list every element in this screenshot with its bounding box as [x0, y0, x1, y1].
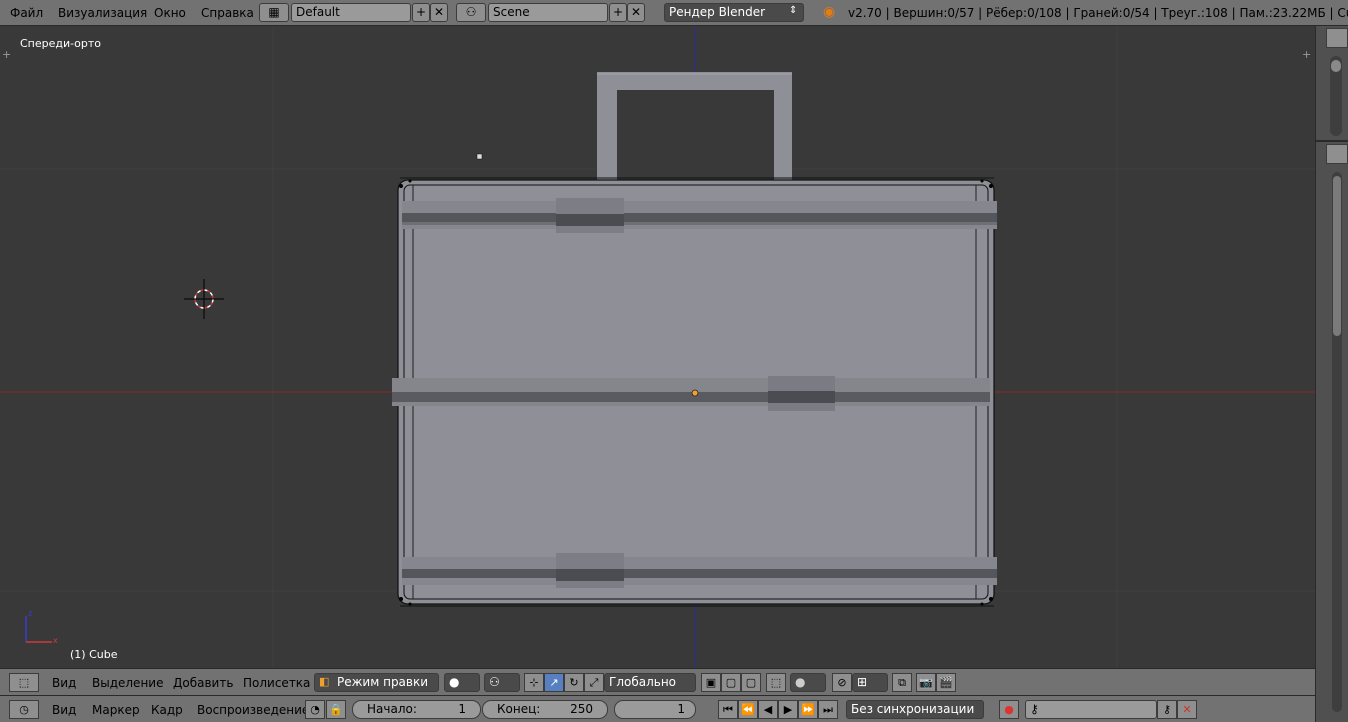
view3d-menu-mesh[interactable]: Полисетка — [243, 676, 310, 690]
menu-help[interactable]: Справка — [201, 6, 254, 20]
end-frame-field[interactable]: Конец: 250 — [482, 700, 608, 719]
area-split-icon[interactable]: + — [2, 48, 11, 61]
mode-select[interactable]: Режим правки — [314, 673, 439, 692]
shading-sphere-icon: ● — [449, 675, 460, 689]
jump-end-icon[interactable]: ⏭ — [818, 700, 838, 719]
play-icon[interactable]: ▶ — [778, 700, 798, 719]
timeline-header: ◷ Вид Маркер Кадр Воспроизведение ◔ 🔒 На… — [0, 695, 1315, 722]
outliner-icon[interactable] — [1326, 28, 1348, 48]
view3d-menu-view[interactable]: Вид — [52, 676, 76, 690]
menu-window[interactable]: Окно — [154, 6, 186, 20]
current-frame-field[interactable]: 1 — [614, 700, 696, 719]
start-frame-field[interactable]: Начало: 1 — [352, 700, 481, 719]
add-scene-icon[interactable]: + — [609, 3, 627, 22]
timeline-menu-frame[interactable]: Кадр — [151, 703, 183, 717]
snap-toggle-icon[interactable]: ⊘ — [832, 673, 852, 692]
object-origin-icon — [691, 389, 699, 397]
outliner-scroll-thumb[interactable] — [1331, 60, 1341, 72]
3d-cursor-icon[interactable] — [184, 279, 224, 319]
start-frame-value: 1 — [458, 702, 466, 716]
manipulator-toggle-icon[interactable]: ⊹ — [524, 673, 544, 692]
axis-gizmo: z x — [25, 609, 58, 645]
layer-icon-3[interactable]: ▢ — [741, 673, 761, 692]
info-header: Файл Визуализация Окно Справка ▦ Default… — [0, 0, 1348, 26]
object-label: (1) Cube — [70, 648, 118, 661]
record-icon[interactable]: ● — [999, 700, 1019, 719]
view3d-menu-select[interactable]: Выделение — [92, 676, 163, 690]
scene-field[interactable]: Scene — [488, 3, 608, 22]
lamp-icon[interactable] — [476, 153, 483, 160]
jump-start-icon[interactable]: ⏮ — [718, 700, 738, 719]
view3d-menu-add[interactable]: Добавить — [173, 676, 233, 690]
scene-stats: v2.70 | Вершин:0/57 | Рёбер:0/108 | Гран… — [848, 6, 1348, 20]
key-icon: ⚷ — [1030, 702, 1039, 716]
viewport-shading-select[interactable]: ● — [444, 673, 480, 692]
scene-icon[interactable]: ⚇ — [456, 3, 486, 22]
edit-mode-icon: ◧ — [319, 675, 330, 688]
sync-select[interactable]: Без синхронизации — [846, 700, 984, 719]
viewport-canvas[interactable]: z x + + — [0, 26, 1315, 668]
snap-icon: ⊞ — [857, 675, 868, 689]
editor-type-icon[interactable]: ⬚ — [9, 673, 39, 692]
add-layout-icon[interactable]: + — [412, 3, 430, 22]
layer-icon-1[interactable]: ▣ — [701, 673, 721, 692]
area-split-icon-right[interactable]: + — [1302, 48, 1311, 61]
properties-icon[interactable] — [1326, 144, 1348, 164]
insert-keyframe-icon[interactable]: ⚷ — [1157, 700, 1177, 719]
orientation-select[interactable]: Глобально — [604, 673, 696, 692]
end-frame-value: 250 — [570, 702, 593, 716]
screen-layout-icon[interactable]: ▦ — [259, 3, 289, 22]
render-engine-select[interactable]: Рендер Blender — [664, 3, 804, 22]
view3d-header: ⬚ Вид Выделение Добавить Полисетка Режим… — [0, 668, 1315, 695]
remove-scene-icon[interactable]: ✕ — [627, 3, 645, 22]
svg-text:x: x — [53, 636, 58, 645]
next-keyframe-icon[interactable]: ⏩ — [798, 700, 818, 719]
occlude-geometry-icon[interactable]: ⬚ — [766, 673, 786, 692]
start-frame-label: Начало: — [367, 702, 417, 716]
panel-divider — [1316, 140, 1348, 142]
remove-layout-icon[interactable]: ✕ — [430, 3, 448, 22]
translate-manipulator-icon[interactable]: ↗ — [544, 673, 564, 692]
view-label: Спереди-орто — [20, 37, 101, 50]
3d-viewport[interactable]: z x + + Спереди-орто (1) Cube — [0, 26, 1315, 668]
end-frame-label: Конец: — [497, 702, 541, 716]
timeline-menu-playback[interactable]: Воспроизведение — [197, 703, 309, 717]
scale-manipulator-icon[interactable]: ⤢ — [584, 673, 604, 692]
proportional-edit-select[interactable]: ● — [790, 673, 826, 692]
keying-set-field[interactable]: ⚷ — [1025, 700, 1157, 719]
rotate-manipulator-icon[interactable]: ↻ — [564, 673, 584, 692]
menu-render[interactable]: Визуализация — [58, 6, 147, 20]
layer-icon-2[interactable]: ▢ — [721, 673, 741, 692]
render-animation-icon[interactable]: 🎬 — [936, 673, 956, 692]
snap-element-select[interactable]: ⊞ — [852, 673, 888, 692]
lock-icon[interactable]: 🔒 — [326, 700, 346, 719]
delete-keyframe-icon[interactable]: ✕ — [1177, 700, 1197, 719]
screen-layout-field[interactable]: Default — [291, 3, 411, 22]
prev-keyframe-icon[interactable]: ⏪ — [738, 700, 758, 719]
current-frame-value: 1 — [677, 702, 685, 716]
chevron-updown-icon: ⇕ — [789, 5, 798, 16]
svg-text:z: z — [28, 609, 32, 618]
right-panel-strip[interactable] — [1315, 26, 1348, 722]
pivot-select[interactable]: ⚇ — [484, 673, 520, 692]
render-image-icon[interactable]: 📷 — [916, 673, 936, 692]
copy-icon[interactable]: ⧉ — [892, 673, 912, 692]
proportional-icon: ● — [795, 675, 806, 689]
timeline-menu-marker[interactable]: Маркер — [92, 703, 140, 717]
preview-range-icon[interactable]: ◔ — [305, 700, 325, 719]
menu-file[interactable]: Файл — [10, 6, 43, 20]
timeline-editor-type-icon[interactable]: ◷ — [9, 700, 39, 719]
handle-mesh[interactable] — [597, 72, 792, 184]
play-reverse-icon[interactable]: ◀ — [758, 700, 778, 719]
properties-scroll-thumb[interactable] — [1333, 176, 1341, 336]
blender-logo-icon: ◉ — [823, 4, 836, 20]
pivot-icon: ⚇ — [489, 675, 500, 689]
timeline-menu-view[interactable]: Вид — [52, 703, 76, 717]
